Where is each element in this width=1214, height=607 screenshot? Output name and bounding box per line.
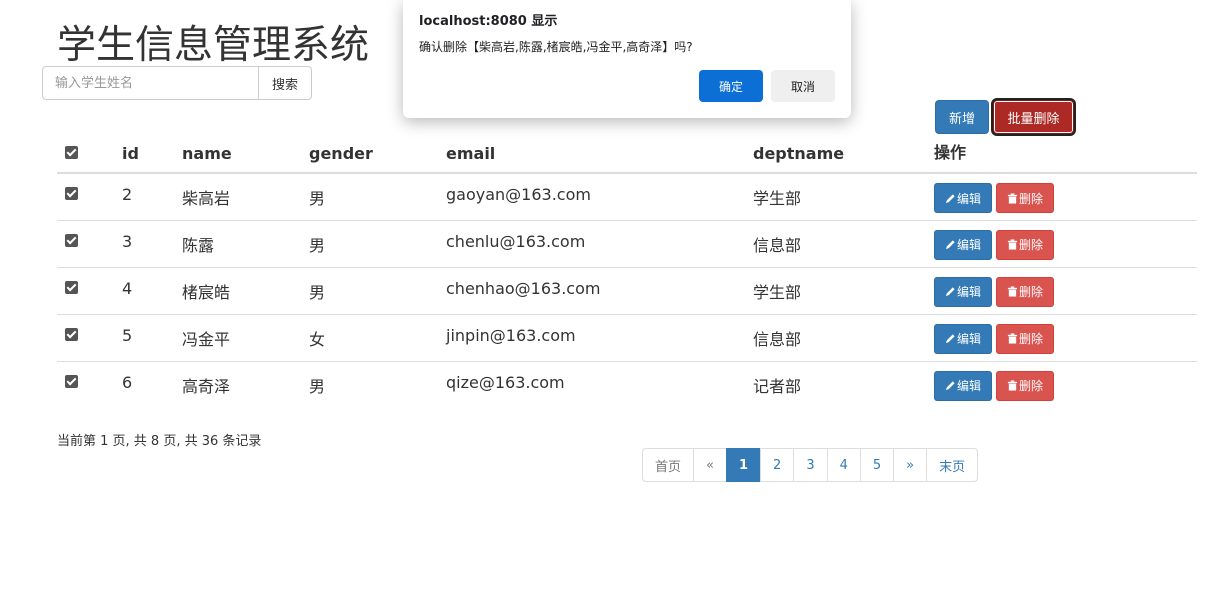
delete-button[interactable]: 删除 [996,183,1054,213]
edit-button[interactable]: 编辑 [934,276,992,307]
header-deptname: deptname [753,133,934,174]
trash-icon [1007,380,1018,391]
cell-name: 冯金平 [182,313,309,361]
cell-name: 楮宸皓 [182,266,309,314]
edit-label: 编辑 [956,238,981,252]
cell-gender: 男 [309,189,326,208]
trash-icon [1007,286,1018,297]
add-button[interactable]: 新增 [935,100,989,134]
batch-delete-button[interactable]: 批量删除 [993,100,1074,134]
edit-label: 编辑 [956,285,981,299]
delete-label: 删除 [1018,191,1043,206]
cell-gender: 女 [309,313,446,361]
edit-label: 编辑 [956,332,981,346]
row-checkbox[interactable] [65,187,78,200]
page-first[interactable]: 首页 [642,448,695,482]
cell-deptname: 学生部 [753,266,934,314]
cell-email: gaoyan@163.com [446,185,591,204]
trash-icon [1007,239,1018,250]
cell-gender: 男 [309,266,446,314]
page-3[interactable]: 3 [793,448,828,482]
cell-id: 5 [122,313,182,361]
page-1[interactable]: 1 [725,448,762,482]
pencil-icon [945,240,955,250]
table-row: 3 陈露 男 chenlu@163.com 信息部 编辑 删除 [57,219,1197,267]
header-gender: gender [309,133,446,174]
page-title: 学生信息管理系统 [57,23,370,68]
delete-button[interactable]: 删除 [996,370,1054,401]
delete-label: 删除 [1018,379,1043,393]
row-checkbox[interactable] [65,327,78,341]
page-last[interactable]: 末页 [926,448,979,482]
dialog-message: 确认删除【柴高岩,陈露,楮宸皓,冯金平,高奇泽】吗? [419,40,693,54]
cell-email: chenlu@163.com [446,219,753,267]
delete-button[interactable]: 删除 [996,276,1054,307]
pagination: 首页 « 1 2 3 4 5 » 末页 [642,448,979,482]
select-all-checkbox[interactable] [65,146,78,159]
delete-label: 删除 [1018,238,1043,252]
edit-button[interactable]: 编辑 [934,183,992,213]
edit-button[interactable]: 编辑 [934,229,992,260]
student-table: id name gender email deptname 操作 2 柴高岩 男… [57,133,1197,408]
cell-gender: 男 [309,360,446,408]
cell-email: chenhao@163.com [446,266,753,314]
header-name: name [182,133,309,174]
row-checkbox[interactable] [65,374,78,388]
cell-email: jinpin@163.com [446,313,753,361]
cell-deptname: 信息部 [753,313,934,361]
delete-label: 删除 [1018,332,1043,346]
cell-id: 4 [122,266,182,314]
edit-label: 编辑 [956,191,981,206]
page-4[interactable]: 4 [826,448,861,482]
page-5[interactable]: 5 [859,448,895,482]
cell-id: 2 [122,185,133,204]
cell-deptname: 学生部 [753,189,802,208]
search-input[interactable] [42,66,259,100]
table-row: 2 柴高岩 男 gaoyan@163.com 学生部 编辑 删除 [57,173,1197,220]
pencil-icon [945,287,955,297]
confirm-dialog: localhost:8080 显示 确认删除【柴高岩,陈露,楮宸皓,冯金平,高奇… [403,0,851,118]
edit-button[interactable]: 编辑 [934,323,992,354]
table-row: 5 冯金平 女 jinpin@163.com 信息部 编辑 删除 [57,313,1197,361]
row-checkbox[interactable] [65,233,78,247]
page-info: 当前第 1 页, 共 8 页, 共 36 条记录 [57,434,262,449]
delete-button[interactable]: 删除 [996,323,1054,354]
edit-button[interactable]: 编辑 [934,370,992,401]
pencil-icon [945,193,955,203]
cell-id: 3 [122,219,182,267]
row-checkbox[interactable] [65,280,78,294]
pencil-icon [945,381,955,391]
dialog-title: localhost:8080 显示 [419,14,558,29]
dialog-cancel-button[interactable]: 取消 [771,70,835,102]
header-actions: 操作 [934,133,1197,174]
cell-name: 陈露 [182,219,309,267]
edit-label: 编辑 [956,379,981,393]
delete-label: 删除 [1018,285,1043,299]
page-prev[interactable]: « [693,448,727,482]
table-row: 6 高奇泽 男 qize@163.com 记者部 编辑 删除 [57,360,1197,408]
search-button[interactable]: 搜索 [259,66,312,100]
cell-name: 柴高岩 [182,189,231,208]
delete-button[interactable]: 删除 [996,229,1054,260]
header-id: id [122,133,182,174]
cell-gender: 男 [309,219,446,267]
cell-name: 高奇泽 [182,360,309,408]
page-2[interactable]: 2 [760,448,795,482]
cell-email: qize@163.com [446,360,753,408]
cell-id: 6 [122,360,182,408]
table-header-row: id name gender email deptname 操作 [57,133,1197,174]
search-bar: 搜索 [42,66,312,100]
dialog-ok-button[interactable]: 确定 [699,70,763,102]
cell-deptname: 记者部 [753,360,934,408]
cell-deptname: 信息部 [753,219,934,267]
table-row: 4 楮宸皓 男 chenhao@163.com 学生部 编辑 删除 [57,266,1197,314]
page-next[interactable]: » [893,448,928,482]
pencil-icon [945,334,955,344]
trash-icon [1007,333,1018,344]
trash-icon [1007,192,1018,204]
header-email: email [446,133,753,174]
